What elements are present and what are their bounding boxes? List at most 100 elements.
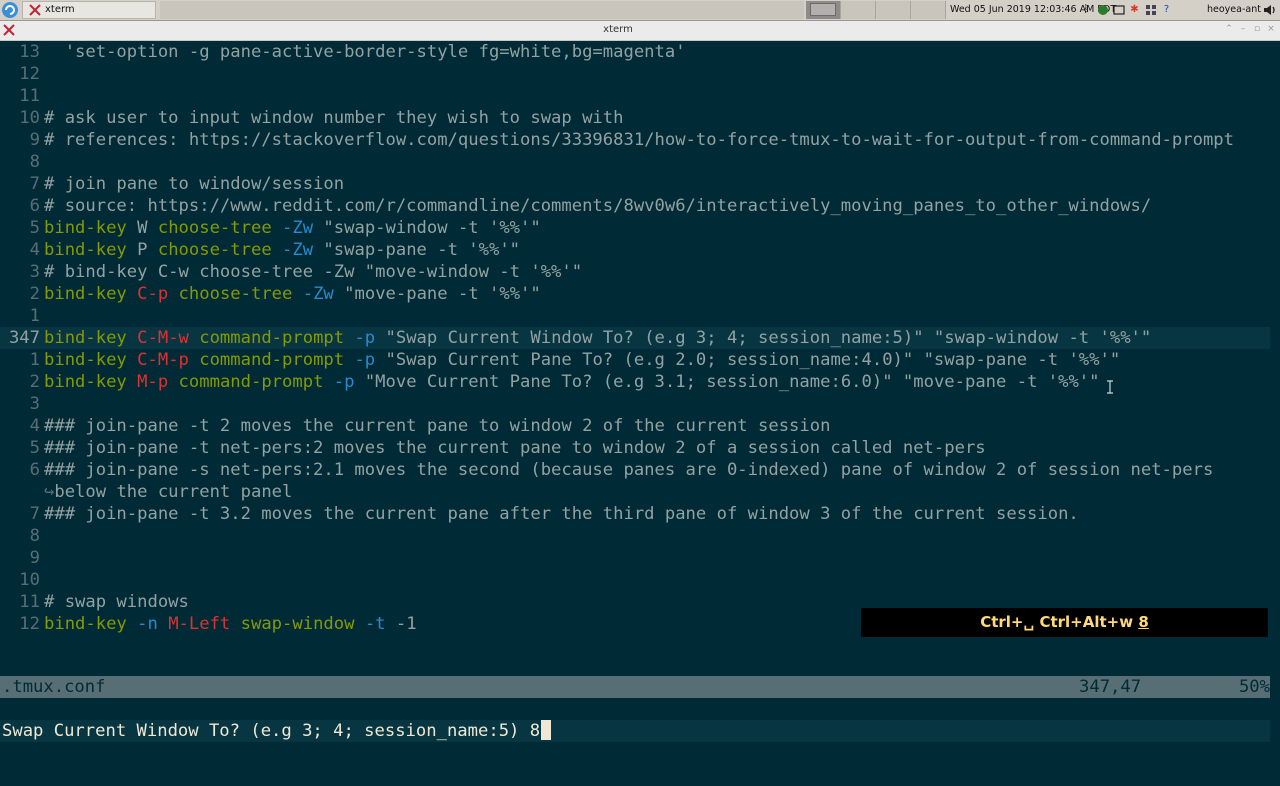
editor-line[interactable]: ↪below the current panel (0, 481, 292, 503)
taskbar-item-xterm[interactable]: xterm (22, 1, 156, 19)
editor-line[interactable]: 11 (0, 85, 40, 107)
editor-line[interactable]: 3 # bind-key C-w choose-tree -Zw "move-wi… (0, 261, 582, 283)
shade-icon[interactable]: ⌃ (1224, 24, 1234, 34)
line-code: # join pane to window/session (44, 173, 344, 195)
editor-line[interactable]: 6 ### join-pane -s net-pers:2.1 moves the… (0, 459, 1214, 481)
code-token: -p (344, 350, 376, 370)
line-code: # ask user to input window number they w… (44, 107, 623, 129)
window-icon[interactable] (1112, 4, 1125, 17)
line-number: 6 (29, 196, 40, 216)
workspace-2[interactable] (841, 1, 876, 19)
line-code: ### join-pane -t net-pers:2 moves the cu… (44, 437, 986, 459)
editor-line[interactable]: 7 ### join-pane -t 3.2 moves the current … (0, 503, 1079, 525)
editor-line[interactable]: 10 (0, 569, 40, 591)
network-icon[interactable] (1096, 4, 1109, 17)
code-token: bind-key (44, 240, 127, 260)
line-number: 7 (29, 174, 40, 194)
workspace-1[interactable] (806, 1, 841, 19)
maximize-icon[interactable]: ▫ (1252, 24, 1262, 34)
code-token: 'set-option -g pane-active-border-style … (44, 42, 686, 62)
editor-line[interactable]: 13 'set-option -g pane-active-border-sty… (0, 41, 685, 63)
editor-line[interactable]: 2 bind-key M-p command-prompt -p "Move Cu… (0, 371, 1100, 393)
editor-line[interactable]: 12 (0, 63, 40, 85)
code-token: -Zw (271, 218, 314, 238)
editor-line[interactable]: 1 bind-key C-M-p command-prompt -p "Swap … (0, 349, 1121, 371)
command-prompt-input[interactable]: Swap Current Window To? (e.g 3; 4; sessi… (2, 720, 552, 742)
line-code: ### join-pane -t 3.2 moves the current p… (44, 503, 1079, 525)
code-token: bind-key (44, 614, 127, 634)
line-number: 5 (29, 438, 40, 458)
editor-line[interactable]: 1 (0, 305, 40, 327)
code-token: C-p (126, 284, 169, 304)
code-token: W (126, 218, 158, 238)
editor-line[interactable]: 8 (0, 151, 40, 173)
editor-line[interactable]: 5 ### join-pane -t net-pers:2 moves the c… (0, 437, 986, 459)
code-token: -t (354, 614, 386, 634)
xterm-icon (29, 4, 41, 16)
line-number: 1 (29, 306, 40, 326)
editor-line[interactable]: 6 # source: https://www.reddit.com/r/comm… (0, 195, 1152, 217)
line-number: 12 (19, 614, 40, 634)
ibeam-cursor-icon (1107, 380, 1113, 394)
minimize-icon[interactable]: – (1238, 24, 1248, 34)
editor-line[interactable]: 11 # swap windows (0, 591, 189, 613)
line-code: # swap windows (44, 591, 189, 613)
line-number: 347 (8, 328, 40, 348)
editor-line[interactable]: 9 (0, 547, 40, 569)
window-titlebar[interactable]: xterm ⌃ – ▫ × (0, 21, 1280, 41)
editor-line[interactable]: 4 ### join-pane -t 2 moves the current pa… (0, 415, 831, 437)
taskbar: xterm Wed 05 Jun 2019 12:03:46 AM PDT ᛒ … (0, 0, 1280, 21)
line-code: # references: https://stackoverflow.com/… (44, 129, 1234, 151)
editor-line[interactable]: 9 # references: https://stackoverflow.com… (0, 129, 1234, 151)
line-code: bind-key C-M-p command-prompt -p "Swap C… (44, 349, 1120, 371)
status-cursor-position: 347,47 (1079, 677, 1142, 697)
code-token: -n (126, 614, 158, 634)
code-token: "Swap Current Window To? (e.g 3; 4; sess… (375, 328, 1152, 348)
editor-current-line[interactable]: 347 bind-key C-M-w command-prompt -p "Swa… (0, 327, 1270, 349)
line-code: 'set-option -g pane-active-border-style … (44, 41, 686, 63)
line-code: ### join-pane -t 2 moves the current pan… (44, 415, 830, 437)
editor-line[interactable]: 3 (0, 393, 40, 415)
system-tray: ᛒ ✱ ? (1080, 2, 1200, 18)
editor-line[interactable]: 8 (0, 525, 40, 547)
editor-line[interactable]: 2 bind-key C-p choose-tree -Zw "move-pane… (0, 283, 541, 305)
username[interactable]: heoyea-ant (1207, 4, 1261, 15)
window-title: xterm (603, 24, 633, 35)
line-number: 2 (29, 284, 40, 304)
line-code: bind-key P choose-tree -Zw "swap-pane -t… (44, 239, 520, 261)
code-token: M-Left (157, 614, 231, 634)
gear-icon[interactable]: ✱ (1128, 4, 1141, 17)
line-code: # bind-key C-w choose-tree -Zw "move-win… (44, 261, 582, 283)
editor-line[interactable]: 4 bind-key P choose-tree -Zw "swap-pane -… (0, 239, 520, 261)
code-token: choose-tree (168, 284, 293, 304)
line-number: 12 (19, 64, 40, 84)
text-cursor (541, 720, 552, 740)
help-icon[interactable]: ? (1160, 4, 1173, 17)
line-number: 10 (19, 108, 40, 128)
code-token: # source: https://www.reddit.com/r/comma… (44, 196, 1152, 216)
keystroke-overlay: Ctrl+␣ Ctrl+Alt+w 8 (861, 608, 1268, 637)
editor-line[interactable]: 12 bind-key -n M-Left swap-window -t -1 (0, 613, 416, 635)
command-line[interactable]: Swap Current Window To? (e.g 3; 4; sessi… (0, 720, 1270, 742)
taskbar-empty-area (160, 1, 804, 19)
editor-line[interactable]: 5 bind-key W choose-tree -Zw "swap-window… (0, 217, 541, 239)
editor-line[interactable]: 10 # ask user to input window number they… (0, 107, 623, 129)
editor-line[interactable]: 7 # join pane to window/session (0, 173, 344, 195)
terminal-area[interactable]: 1 3 'set-option -g pane-active-border-sty… (0, 41, 1280, 742)
code-token: choose-tree (157, 218, 272, 238)
workspace-3[interactable] (876, 1, 911, 19)
workspace-4[interactable] (911, 1, 946, 19)
line-number: 9 (29, 130, 40, 150)
volume-icon[interactable] (1262, 2, 1278, 18)
line-code: bind-key C-p choose-tree -Zw "move-pane … (44, 283, 541, 305)
bluetooth-icon[interactable]: ᛒ (1080, 4, 1093, 17)
code-token: bind-key (44, 372, 127, 392)
code-token: bind-key (44, 328, 127, 348)
close-icon[interactable]: × (1266, 24, 1276, 34)
status-scroll-percent: 50% (1238, 677, 1270, 697)
line-number: 3 (29, 394, 40, 414)
grid-icon[interactable] (1144, 4, 1157, 17)
debian-swirl-icon[interactable] (1, 1, 19, 19)
line-number: 3 (29, 262, 40, 282)
window-controls: ⌃ – ▫ × (1224, 24, 1276, 34)
